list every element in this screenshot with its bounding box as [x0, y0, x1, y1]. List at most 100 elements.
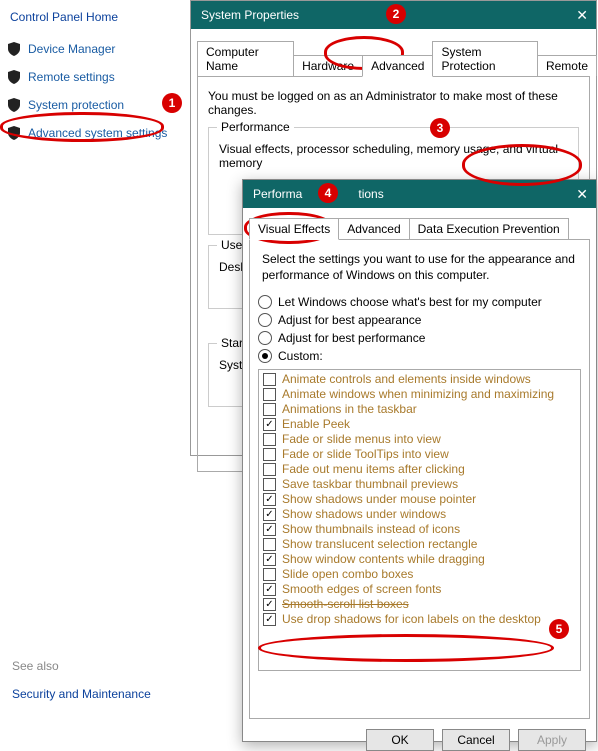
check-label: Animate windows when minimizing and maxi…	[282, 387, 554, 402]
check-label: Fade or slide menus into view	[282, 432, 441, 447]
check-option-9[interactable]: Show shadows under windows	[261, 507, 578, 522]
performance-options-dialog: Performa tions ✕ Visual Effects Advanced…	[242, 179, 597, 742]
visual-effects-radio-group: Let Windows choose what's best for my co…	[258, 295, 581, 363]
checkbox-icon	[263, 478, 276, 491]
check-option-16[interactable]: Use drop shadows for icon labels on the …	[261, 612, 578, 627]
check-label: Show window contents while dragging	[282, 552, 485, 567]
see-also-section: See also Security and Maintenance	[12, 659, 151, 701]
performance-options-title-right: tions	[358, 187, 383, 201]
radio-label: Adjust for best appearance	[278, 313, 421, 327]
check-option-14[interactable]: Smooth edges of screen fonts	[261, 582, 578, 597]
check-option-0[interactable]: Animate controls and elements inside win…	[261, 372, 578, 387]
system-properties-tabs: Computer Name Hardware Advanced System P…	[197, 41, 596, 76]
check-label: Smooth edges of screen fonts	[282, 582, 441, 597]
check-option-6[interactable]: Fade out menu items after clicking	[261, 462, 578, 477]
checkbox-icon	[263, 538, 276, 551]
check-option-10[interactable]: Show thumbnails instead of icons	[261, 522, 578, 537]
control-panel-home-link[interactable]: Control Panel Home	[10, 10, 193, 24]
shield-icon	[8, 98, 20, 112]
shield-icon	[8, 42, 20, 56]
sidebar-item-label: Device Manager	[28, 42, 115, 56]
radio-label: Adjust for best performance	[278, 331, 425, 345]
performance-options-titlebar[interactable]: Performa tions ✕	[243, 180, 596, 208]
check-option-5[interactable]: Fade or slide ToolTips into view	[261, 447, 578, 462]
radio-option-3[interactable]: Custom:	[258, 349, 581, 363]
check-label: Show shadows under mouse pointer	[282, 492, 476, 507]
check-label: Show translucent selection rectangle	[282, 537, 477, 552]
check-label: Enable Peek	[282, 417, 350, 432]
check-option-7[interactable]: Save taskbar thumbnail previews	[261, 477, 578, 492]
checkbox-icon	[263, 463, 276, 476]
radio-icon	[258, 331, 272, 345]
see-also-header: See also	[12, 659, 151, 673]
sidebar-item-advanced-system-settings[interactable]: Advanced system settings	[8, 126, 193, 140]
radio-label: Custom:	[278, 349, 323, 363]
checkbox-icon	[263, 373, 276, 386]
check-label: Save taskbar thumbnail previews	[282, 477, 458, 492]
radio-option-0[interactable]: Let Windows choose what's best for my co…	[258, 295, 581, 309]
dialog-button-row: OK Cancel Apply	[243, 719, 596, 751]
checkbox-icon	[263, 553, 276, 566]
close-icon[interactable]: ✕	[576, 7, 588, 24]
tab-advanced-perf[interactable]: Advanced	[338, 218, 409, 239]
radio-label: Let Windows choose what's best for my co…	[278, 295, 542, 309]
radio-icon	[258, 349, 272, 363]
check-label: Animate controls and elements inside win…	[282, 372, 531, 387]
check-option-1[interactable]: Animate windows when minimizing and maxi…	[261, 387, 578, 402]
checkbox-icon	[263, 388, 276, 401]
checkbox-icon	[263, 598, 276, 611]
performance-options-title-left: Performa	[253, 187, 302, 201]
sidebar-item-system-protection[interactable]: System protection	[8, 98, 193, 112]
check-option-12[interactable]: Show window contents while dragging	[261, 552, 578, 567]
check-label: Show thumbnails instead of icons	[282, 522, 460, 537]
radio-option-1[interactable]: Adjust for best appearance	[258, 313, 581, 327]
tab-hardware[interactable]: Hardware	[293, 55, 363, 76]
cancel-button[interactable]: Cancel	[442, 729, 510, 751]
tab-computer-name[interactable]: Computer Name	[197, 41, 294, 76]
checkbox-icon	[263, 448, 276, 461]
check-label: Slide open combo boxes	[282, 567, 413, 582]
tab-visual-effects[interactable]: Visual Effects	[249, 218, 339, 240]
sidebar-item-device-manager[interactable]: Device Manager	[8, 42, 193, 56]
check-label: Fade or slide ToolTips into view	[282, 447, 449, 462]
check-label: Show shadows under windows	[282, 507, 446, 522]
sidebar-item-label: System protection	[28, 98, 124, 112]
check-option-8[interactable]: Show shadows under mouse pointer	[261, 492, 578, 507]
radio-option-2[interactable]: Adjust for best performance	[258, 331, 581, 345]
check-label: Smooth-scroll list boxes	[282, 597, 409, 612]
close-icon[interactable]: ✕	[576, 186, 588, 203]
check-option-15[interactable]: Smooth-scroll list boxes	[261, 597, 578, 612]
admin-instruction-text: You must be logged on as an Administrato…	[208, 89, 579, 117]
checkbox-icon	[263, 418, 276, 431]
check-option-4[interactable]: Fade or slide menus into view	[261, 432, 578, 447]
security-and-maintenance-link[interactable]: Security and Maintenance	[12, 687, 151, 701]
apply-button[interactable]: Apply	[518, 729, 586, 751]
check-option-2[interactable]: Animations in the taskbar	[261, 402, 578, 417]
checkbox-icon	[263, 403, 276, 416]
checkbox-icon	[263, 493, 276, 506]
tab-advanced[interactable]: Advanced	[362, 55, 433, 77]
performance-legend: Performance	[217, 120, 294, 134]
checkbox-icon	[263, 523, 276, 536]
sidebar-item-label: Remote settings	[28, 70, 115, 84]
performance-desc: Visual effects, processor scheduling, me…	[219, 142, 568, 170]
tab-system-protection[interactable]: System Protection	[432, 41, 537, 76]
tab-dep[interactable]: Data Execution Prevention	[409, 218, 569, 239]
sidebar-item-remote-settings[interactable]: Remote settings	[8, 70, 193, 84]
performance-options-body: Select the settings you want to use for …	[249, 239, 590, 719]
system-properties-title: System Properties	[201, 8, 299, 22]
check-option-11[interactable]: Show translucent selection rectangle	[261, 537, 578, 552]
sidebar-item-label: Advanced system settings	[28, 126, 167, 140]
checkbox-icon	[263, 583, 276, 596]
check-label: Fade out menu items after clicking	[282, 462, 465, 477]
ok-button[interactable]: OK	[366, 729, 434, 751]
visual-effects-checklist[interactable]: Animate controls and elements inside win…	[258, 369, 581, 671]
check-option-3[interactable]: Enable Peek	[261, 417, 578, 432]
visual-effects-desc: Select the settings you want to use for …	[262, 252, 577, 283]
radio-icon	[258, 313, 272, 327]
tab-remote[interactable]: Remote	[537, 55, 597, 76]
system-properties-titlebar[interactable]: System Properties ✕	[191, 1, 596, 29]
control-panel-sidebar: Control Panel Home Device Manager Remote…	[0, 0, 199, 154]
radio-icon	[258, 295, 272, 309]
check-option-13[interactable]: Slide open combo boxes	[261, 567, 578, 582]
